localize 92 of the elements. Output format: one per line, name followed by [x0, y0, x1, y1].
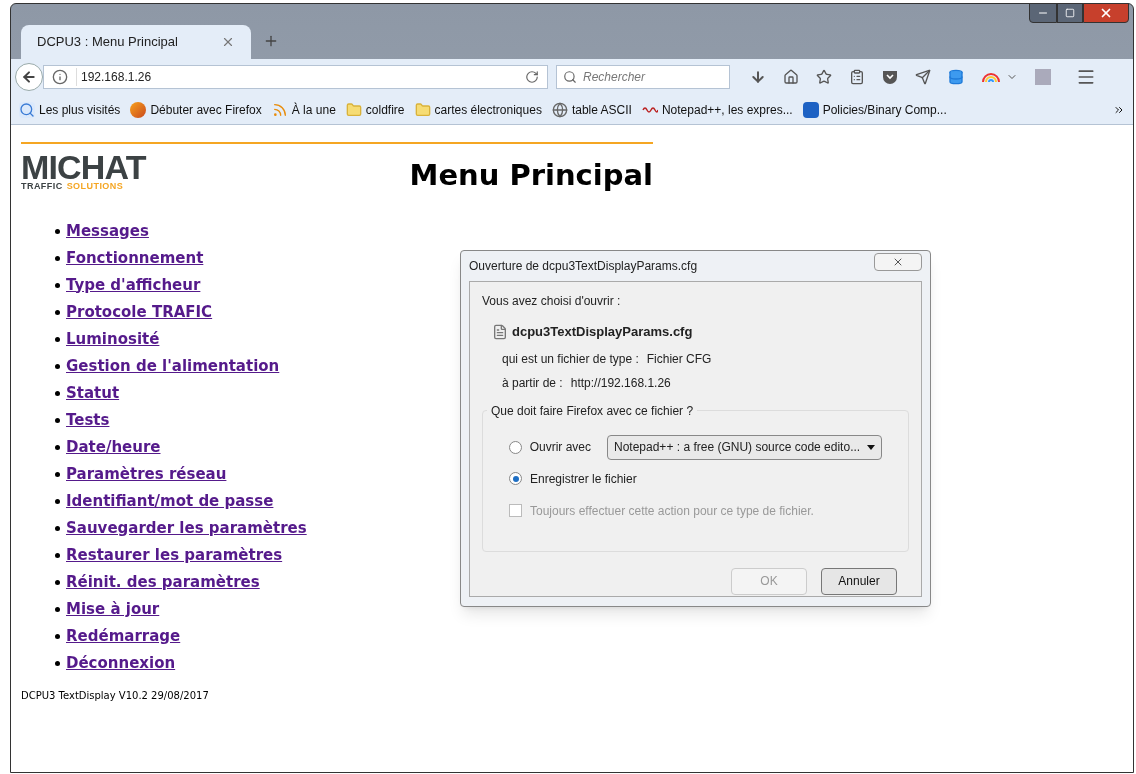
download-icon[interactable] [750, 69, 766, 85]
bookmark-star-icon[interactable] [816, 69, 832, 85]
search-field[interactable]: Rechercher [556, 65, 730, 89]
radio-label[interactable]: Ouvrir avec [529, 438, 591, 456]
menu-link[interactable]: Messages [66, 220, 149, 242]
bullet-icon [55, 255, 60, 261]
dialog-title: Ouverture de dcpu3TextDisplayParams.cfg [469, 258, 698, 275]
menu-link[interactable]: Protocole TRAFIC [66, 301, 213, 323]
close-dialog-button[interactable] [874, 253, 922, 271]
close-window-button[interactable] [1083, 3, 1129, 23]
menu-link[interactable]: Redémarrage [66, 625, 181, 647]
back-button[interactable] [15, 63, 43, 91]
file-icon [492, 323, 508, 340]
new-tab-icon[interactable] [263, 33, 279, 49]
bullet-icon [55, 471, 60, 477]
application-select[interactable]: Notepad++ : a free (GNU) source code edito... [607, 434, 882, 460]
radio-button[interactable] [509, 472, 522, 485]
bullet-icon [55, 660, 60, 666]
rainbow-icon[interactable] [981, 71, 1001, 83]
rss-icon [271, 101, 288, 118]
menu-icon[interactable] [1076, 67, 1096, 87]
globe-icon [551, 101, 568, 118]
menu-link[interactable]: Identifiant/mot de passe [66, 490, 274, 512]
maximize-icon [1065, 8, 1075, 18]
bullet-icon [55, 363, 60, 369]
bookmark-item[interactable]: coldfire [345, 100, 405, 119]
reload-icon[interactable] [525, 70, 539, 84]
reading-list-icon[interactable] [849, 69, 865, 85]
dialog-button[interactable]: Annuler [821, 567, 897, 595]
bookmark-item[interactable]: À la une [271, 100, 336, 119]
bullet-icon [55, 606, 60, 612]
bullet-icon [55, 579, 60, 585]
menu-link[interactable]: Sauvegarder les paramètres [66, 517, 307, 539]
bullet-icon [55, 309, 60, 315]
dropdown-arrow-icon [867, 444, 875, 450]
menu-link[interactable]: Type d'afficheur [66, 274, 201, 296]
menu-link[interactable]: Gestion de l'alimentation [66, 355, 280, 377]
menu-link[interactable]: Mise à jour [66, 598, 160, 620]
address-field[interactable]: 192.168.1.26 [43, 65, 548, 89]
bookmark-item[interactable]: Débuter avec Firefox [130, 100, 262, 119]
field-value: http://192.168.1.26 [570, 374, 671, 392]
menu-link[interactable]: Déconnexion [66, 652, 176, 674]
bookmark-item[interactable]: Les plus visités [19, 100, 121, 119]
magnifier-page-icon [19, 101, 35, 118]
maximize-button[interactable] [1057, 3, 1083, 23]
bullet-icon [55, 633, 60, 639]
search-icon [563, 70, 577, 84]
close-tab-icon[interactable] [221, 35, 235, 49]
home-icon[interactable] [783, 69, 799, 85]
folder-icon [414, 101, 431, 118]
field-label: à partir de : [502, 374, 563, 392]
bullet-icon [55, 390, 60, 396]
bullet-icon [55, 552, 60, 558]
radio-label[interactable]: Enregistrer le fichier [530, 469, 637, 488]
close-icon [892, 256, 904, 268]
menu-link[interactable]: Luminosité [66, 328, 160, 350]
info-icon[interactable] [52, 69, 68, 85]
field-value: Fichier CFG [646, 350, 712, 368]
menu-link[interactable]: Fonctionnement [66, 247, 204, 269]
logo-tagline: TRAFFIC [21, 182, 63, 191]
bookmark-item[interactable]: Policies/Binary Comp... [802, 100, 947, 119]
menu-link[interactable]: Statut [66, 382, 120, 404]
bullet-icon [55, 525, 60, 531]
menu-link[interactable]: Paramètres réseau [66, 463, 227, 485]
bullet-icon [55, 417, 60, 423]
bullet-icon [55, 336, 60, 342]
version-footer: DCPU3 TextDisplay V10.2 29/08/2017 [21, 687, 1133, 703]
menu-link[interactable]: Réinit. des paramètres [66, 571, 260, 593]
bullet-icon [55, 498, 60, 504]
bullet-icon [55, 444, 60, 450]
logo-tagline: SOLUTIONS [66, 182, 124, 191]
bookmark-item[interactable]: table ASCII [551, 100, 632, 119]
dialog-intro: Vous avez choisi d'ouvrir : [482, 293, 622, 310]
folder-icon [345, 101, 362, 118]
logo-wordmark: MICHAT [21, 150, 146, 184]
bullet-icon [55, 228, 60, 234]
browser-tab[interactable]: DCPU3 : Menu Principal [21, 25, 251, 59]
bookmark-item[interactable]: Notepad++, les expres... [641, 100, 793, 119]
minimize-button[interactable] [1029, 3, 1057, 23]
menu-link[interactable]: Restaurer les paramètres [66, 544, 283, 566]
paper-plane-icon[interactable] [915, 69, 931, 85]
menu-link[interactable]: Date/heure [66, 436, 161, 458]
field-label: qui est un fichier de type : [502, 350, 639, 368]
pocket-icon[interactable] [882, 69, 898, 85]
file-name: dcpu3TextDisplayParams.cfg [512, 323, 693, 341]
close-icon [1099, 6, 1113, 20]
menu-link[interactable]: Tests [66, 409, 110, 431]
radio-button[interactable] [509, 440, 522, 454]
bullet-icon [55, 282, 60, 288]
bookmark-item[interactable]: cartes électroniques [414, 100, 542, 119]
database-icon[interactable] [948, 69, 964, 85]
page-heading: Menu Principal [409, 157, 653, 194]
